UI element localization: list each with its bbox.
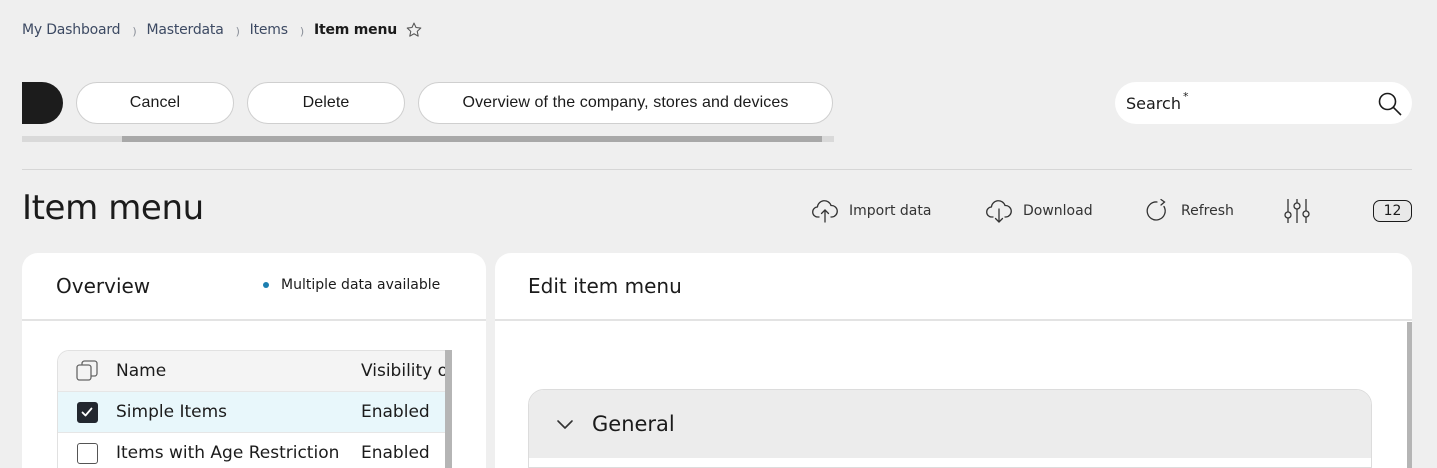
import-data-label: Import data <box>849 203 932 219</box>
copy-select-all-icon[interactable] <box>75 359 99 383</box>
toolbar-primary-button[interactable] <box>22 82 63 124</box>
breadcrumb-separator: ) <box>235 24 240 38</box>
page-title: Item menu <box>22 188 204 228</box>
cancel-button[interactable]: Cancel <box>76 82 234 124</box>
table-row[interactable]: Simple Items Enabled <box>58 392 445 433</box>
overview-title: Overview <box>56 274 151 298</box>
download-label: Download <box>1023 203 1093 219</box>
table-row[interactable]: Items with Age Restriction Enabled <box>58 433 445 468</box>
chevron-down-icon <box>557 420 573 429</box>
overview-button[interactable]: Overview of the company, stores and devi… <box>418 82 833 124</box>
breadcrumb-separator: ) <box>132 24 137 38</box>
refresh-label: Refresh <box>1181 203 1234 219</box>
column-header-visibility[interactable]: Visibility o <box>361 361 445 381</box>
row-name: Simple Items <box>116 402 228 422</box>
row-checkbox[interactable] <box>76 442 98 464</box>
count-badge: 12 <box>1373 200 1412 222</box>
search-input[interactable]: Search * <box>1115 82 1412 124</box>
row-name: Items with Age Restriction <box>116 443 340 463</box>
header-divider <box>22 169 1412 170</box>
edit-scrollbar[interactable] <box>1407 322 1412 468</box>
status-dot <box>263 282 269 288</box>
search-icon[interactable] <box>1376 90 1404 118</box>
toolbar-scrollbar-thumb[interactable] <box>122 136 822 142</box>
edit-header: Edit item menu <box>495 253 1412 321</box>
row-check-cell <box>58 401 116 423</box>
row-visibility: Enabled <box>361 402 430 422</box>
download-button[interactable]: Download <box>985 196 1093 226</box>
overview-table: Name Visibility o Simple Items Enabled I… <box>57 350 445 468</box>
edit-panel: Edit item menu General <box>495 253 1412 468</box>
general-section: General <box>528 389 1372 468</box>
general-section-toggle[interactable]: General <box>529 390 1371 458</box>
table-header-row: Name Visibility o <box>58 351 445 392</box>
edit-title: Edit item menu <box>528 274 682 298</box>
delete-button[interactable]: Delete <box>247 82 405 124</box>
import-data-button[interactable]: Import data <box>811 196 931 226</box>
cloud-download-icon <box>986 200 1012 223</box>
select-all-cell[interactable] <box>58 359 116 383</box>
breadcrumb-separator: ) <box>299 24 304 38</box>
column-header-name[interactable]: Name <box>116 361 166 381</box>
status-text: Multiple data available <box>281 277 441 293</box>
refresh-icon <box>1146 198 1166 221</box>
search-required-mark: * <box>1182 89 1189 103</box>
breadcrumb-dashboard[interactable]: My Dashboard <box>22 22 121 38</box>
sliders-icon <box>1284 199 1310 223</box>
status-indicator: Multiple data available <box>263 277 440 293</box>
breadcrumb-current: Item menu <box>313 22 398 38</box>
filter-settings-button[interactable] <box>1283 196 1321 226</box>
refresh-button[interactable]: Refresh <box>1143 196 1234 226</box>
favorite-star-icon[interactable] <box>405 21 423 39</box>
search-label: Search <box>1126 93 1181 113</box>
row-checkbox[interactable] <box>76 401 98 423</box>
row-visibility: Enabled <box>361 443 430 463</box>
overview-panel: Overview Multiple data available Name Vi… <box>22 253 486 468</box>
breadcrumb-masterdata[interactable]: Masterdata <box>146 22 223 38</box>
general-section-title: General <box>592 412 675 436</box>
cloud-upload-icon <box>812 200 838 223</box>
overview-header: Overview Multiple data available <box>22 253 486 321</box>
table-scrollbar[interactable] <box>445 350 452 468</box>
checkmark-icon <box>81 407 93 417</box>
breadcrumb: My Dashboard ) Masterdata ) Items ) Item… <box>22 19 423 41</box>
row-check-cell <box>58 442 116 464</box>
breadcrumb-items[interactable]: Items <box>250 22 288 38</box>
